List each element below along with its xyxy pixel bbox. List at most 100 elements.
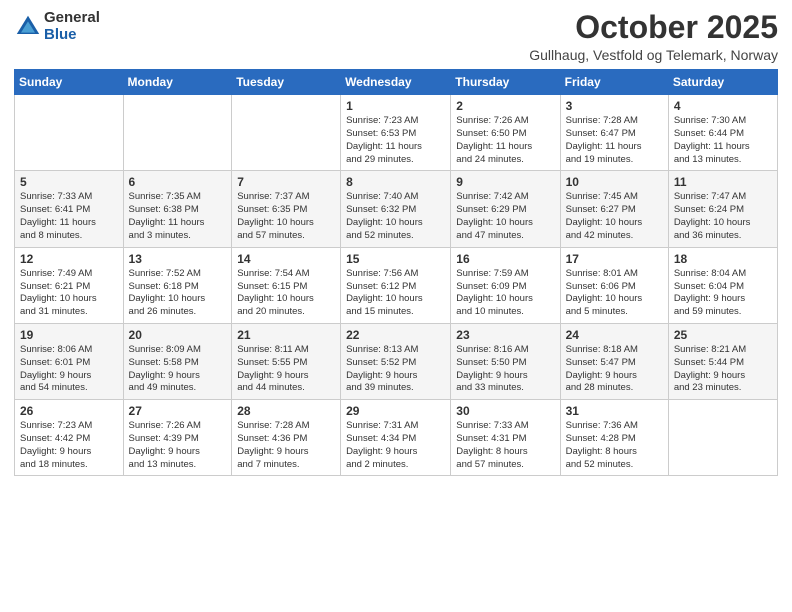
day-info: Sunrise: 7:47 AMSunset: 6:24 PMDaylight:… xyxy=(674,191,772,242)
day-info: Sunrise: 7:26 AMSunset: 6:50 PMDaylight:… xyxy=(456,115,554,166)
page: General Blue October 2025 Gullhaug, Vest… xyxy=(0,0,792,490)
day-info: Sunrise: 7:28 AMSunset: 6:47 PMDaylight:… xyxy=(566,115,663,166)
day-number: 18 xyxy=(674,252,772,266)
day-info: Sunrise: 7:49 AMSunset: 6:21 PMDaylight:… xyxy=(20,268,118,319)
col-saturday: Saturday xyxy=(668,70,777,95)
day-number: 19 xyxy=(20,328,118,342)
table-row: 12 Sunrise: 7:49 AMSunset: 6:21 PMDayligh… xyxy=(15,247,124,323)
table-row: 2 Sunrise: 7:26 AMSunset: 6:50 PMDaylight… xyxy=(451,95,560,171)
day-number: 7 xyxy=(237,175,335,189)
day-number: 1 xyxy=(346,99,445,113)
table-row: 24 Sunrise: 8:18 AMSunset: 5:47 PMDayligh… xyxy=(560,323,668,399)
day-info: Sunrise: 7:23 AMSunset: 6:53 PMDaylight:… xyxy=(346,115,445,166)
col-sunday: Sunday xyxy=(15,70,124,95)
day-number: 13 xyxy=(129,252,227,266)
table-row: 5 Sunrise: 7:33 AMSunset: 6:41 PMDaylight… xyxy=(15,171,124,247)
col-thursday: Thursday xyxy=(451,70,560,95)
day-info: Sunrise: 8:13 AMSunset: 5:52 PMDaylight:… xyxy=(346,344,445,395)
day-number: 16 xyxy=(456,252,554,266)
day-info: Sunrise: 8:18 AMSunset: 5:47 PMDaylight:… xyxy=(566,344,663,395)
calendar-week-row: 19 Sunrise: 8:06 AMSunset: 6:01 PMDayligh… xyxy=(15,323,778,399)
day-number: 28 xyxy=(237,404,335,418)
col-friday: Friday xyxy=(560,70,668,95)
title-block: October 2025 Gullhaug, Vestfold og Telem… xyxy=(529,10,778,63)
day-info: Sunrise: 7:35 AMSunset: 6:38 PMDaylight:… xyxy=(129,191,227,242)
table-row: 15 Sunrise: 7:56 AMSunset: 6:12 PMDayligh… xyxy=(341,247,451,323)
day-info: Sunrise: 7:56 AMSunset: 6:12 PMDaylight:… xyxy=(346,268,445,319)
day-info: Sunrise: 7:36 AMSunset: 4:28 PMDaylight:… xyxy=(566,420,663,471)
location-title: Gullhaug, Vestfold og Telemark, Norway xyxy=(529,47,778,63)
col-monday: Monday xyxy=(123,70,232,95)
day-number: 14 xyxy=(237,252,335,266)
table-row: 28 Sunrise: 7:28 AMSunset: 4:36 PMDayligh… xyxy=(232,400,341,476)
calendar-week-row: 1 Sunrise: 7:23 AMSunset: 6:53 PMDaylight… xyxy=(15,95,778,171)
day-info: Sunrise: 8:11 AMSunset: 5:55 PMDaylight:… xyxy=(237,344,335,395)
day-info: Sunrise: 8:06 AMSunset: 6:01 PMDaylight:… xyxy=(20,344,118,395)
table-row: 16 Sunrise: 7:59 AMSunset: 6:09 PMDayligh… xyxy=(451,247,560,323)
day-number: 30 xyxy=(456,404,554,418)
table-row: 6 Sunrise: 7:35 AMSunset: 6:38 PMDaylight… xyxy=(123,171,232,247)
day-number: 11 xyxy=(674,175,772,189)
day-info: Sunrise: 7:54 AMSunset: 6:15 PMDaylight:… xyxy=(237,268,335,319)
table-row: 22 Sunrise: 8:13 AMSunset: 5:52 PMDayligh… xyxy=(341,323,451,399)
day-info: Sunrise: 8:16 AMSunset: 5:50 PMDaylight:… xyxy=(456,344,554,395)
day-number: 27 xyxy=(129,404,227,418)
table-row: 3 Sunrise: 7:28 AMSunset: 6:47 PMDaylight… xyxy=(560,95,668,171)
day-number: 2 xyxy=(456,99,554,113)
day-info: Sunrise: 7:37 AMSunset: 6:35 PMDaylight:… xyxy=(237,191,335,242)
day-info: Sunrise: 7:30 AMSunset: 6:44 PMDaylight:… xyxy=(674,115,772,166)
day-info: Sunrise: 7:52 AMSunset: 6:18 PMDaylight:… xyxy=(129,268,227,319)
table-row: 10Sunrise: 7:45 AMSunset: 6:27 PMDayligh… xyxy=(560,171,668,247)
table-row: 31Sunrise: 7:36 AMSunset: 4:28 PMDayligh… xyxy=(560,400,668,476)
header: General Blue October 2025 Gullhaug, Vest… xyxy=(14,10,778,63)
table-row xyxy=(123,95,232,171)
logo-general-text: General xyxy=(44,10,100,27)
calendar: Sunday Monday Tuesday Wednesday Thursday… xyxy=(14,69,778,476)
table-row: 25 Sunrise: 8:21 AMSunset: 5:44 PMDayligh… xyxy=(668,323,777,399)
day-info: Sunrise: 7:23 AMSunset: 4:42 PMDaylight:… xyxy=(20,420,118,471)
table-row: 23Sunrise: 8:16 AMSunset: 5:50 PMDayligh… xyxy=(451,323,560,399)
day-number: 5 xyxy=(20,175,118,189)
day-number: 12 xyxy=(20,252,118,266)
table-row: 26Sunrise: 7:23 AMSunset: 4:42 PMDayligh… xyxy=(15,400,124,476)
table-row: 7 Sunrise: 7:37 AMSunset: 6:35 PMDaylight… xyxy=(232,171,341,247)
logo-text: General Blue xyxy=(44,10,100,43)
day-info: Sunrise: 7:26 AMSunset: 4:39 PMDaylight:… xyxy=(129,420,227,471)
day-number: 25 xyxy=(674,328,772,342)
day-number: 22 xyxy=(346,328,445,342)
table-row: 8Sunrise: 7:40 AMSunset: 6:32 PMDaylight… xyxy=(341,171,451,247)
table-row: 17Sunrise: 8:01 AMSunset: 6:06 PMDayligh… xyxy=(560,247,668,323)
table-row: 27 Sunrise: 7:26 AMSunset: 4:39 PMDayligh… xyxy=(123,400,232,476)
table-row: 30Sunrise: 7:33 AMSunset: 4:31 PMDayligh… xyxy=(451,400,560,476)
calendar-week-row: 5 Sunrise: 7:33 AMSunset: 6:41 PMDaylight… xyxy=(15,171,778,247)
table-row: 14 Sunrise: 7:54 AMSunset: 6:15 PMDayligh… xyxy=(232,247,341,323)
day-info: Sunrise: 8:21 AMSunset: 5:44 PMDaylight:… xyxy=(674,344,772,395)
table-row: 9Sunrise: 7:42 AMSunset: 6:29 PMDaylight… xyxy=(451,171,560,247)
table-row: 21Sunrise: 8:11 AMSunset: 5:55 PMDayligh… xyxy=(232,323,341,399)
day-info: Sunrise: 8:01 AMSunset: 6:06 PMDaylight:… xyxy=(566,268,663,319)
day-info: Sunrise: 7:31 AMSunset: 4:34 PMDaylight:… xyxy=(346,420,445,471)
table-row xyxy=(232,95,341,171)
col-wednesday: Wednesday xyxy=(341,70,451,95)
table-row: 19 Sunrise: 8:06 AMSunset: 6:01 PMDayligh… xyxy=(15,323,124,399)
table-row: 4 Sunrise: 7:30 AMSunset: 6:44 PMDaylight… xyxy=(668,95,777,171)
day-info: Sunrise: 7:42 AMSunset: 6:29 PMDaylight:… xyxy=(456,191,554,242)
table-row: 13 Sunrise: 7:52 AMSunset: 6:18 PMDayligh… xyxy=(123,247,232,323)
table-row: 18Sunrise: 8:04 AMSunset: 6:04 PMDayligh… xyxy=(668,247,777,323)
day-number: 6 xyxy=(129,175,227,189)
day-number: 3 xyxy=(566,99,663,113)
table-row xyxy=(668,400,777,476)
day-number: 24 xyxy=(566,328,663,342)
day-number: 20 xyxy=(129,328,227,342)
day-info: Sunrise: 7:33 AMSunset: 6:41 PMDaylight:… xyxy=(20,191,118,242)
day-info: Sunrise: 7:40 AMSunset: 6:32 PMDaylight:… xyxy=(346,191,445,242)
day-number: 4 xyxy=(674,99,772,113)
day-info: Sunrise: 7:59 AMSunset: 6:09 PMDaylight:… xyxy=(456,268,554,319)
month-title: October 2025 xyxy=(529,10,778,45)
table-row: 1 Sunrise: 7:23 AMSunset: 6:53 PMDaylight… xyxy=(341,95,451,171)
day-number: 15 xyxy=(346,252,445,266)
day-info: Sunrise: 8:09 AMSunset: 5:58 PMDaylight:… xyxy=(129,344,227,395)
calendar-week-row: 26Sunrise: 7:23 AMSunset: 4:42 PMDayligh… xyxy=(15,400,778,476)
day-info: Sunrise: 7:28 AMSunset: 4:36 PMDaylight:… xyxy=(237,420,335,471)
calendar-week-row: 12 Sunrise: 7:49 AMSunset: 6:21 PMDayligh… xyxy=(15,247,778,323)
